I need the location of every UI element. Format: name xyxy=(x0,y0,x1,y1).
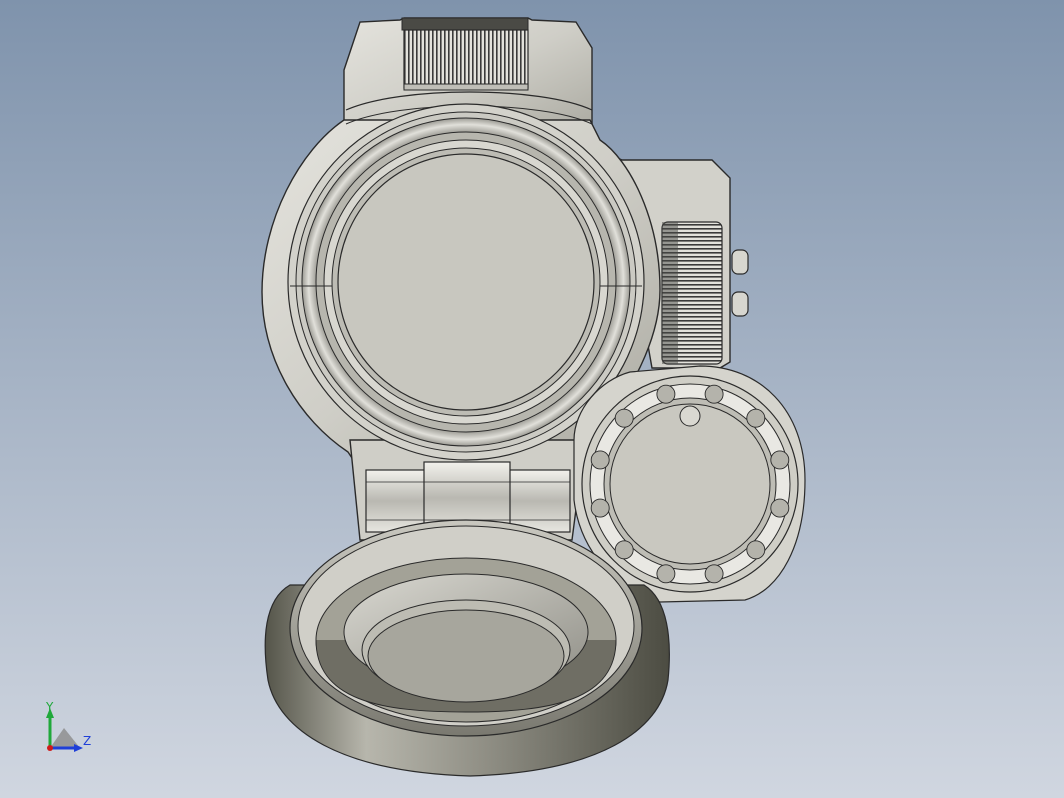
grip-scallop xyxy=(770,450,790,470)
grip-scallop xyxy=(590,450,610,470)
grip-scallop xyxy=(704,384,724,404)
grip-scallop xyxy=(656,384,676,404)
elevation-knob[interactable] xyxy=(401,17,529,91)
grip-scallop xyxy=(746,408,766,428)
lens-glass xyxy=(337,153,595,411)
triad-y-label: Y xyxy=(45,700,54,714)
windage-knob[interactable] xyxy=(661,221,723,365)
grip-scallop xyxy=(704,564,724,584)
triad-x-axis xyxy=(47,745,53,751)
grip-scallop xyxy=(656,564,676,584)
grip-scallop xyxy=(614,540,634,560)
grip-scallop xyxy=(614,408,634,428)
brightness-down-button xyxy=(731,291,749,317)
brightness-up-button xyxy=(731,249,749,275)
grip-scallop xyxy=(770,498,790,518)
model-scene[interactable]: Y Z xyxy=(0,0,1064,798)
cad-viewport[interactable]: Y Z xyxy=(0,0,1064,798)
triad-z-label: Z xyxy=(83,734,91,748)
grip-scallop xyxy=(590,498,610,518)
grip-scallop xyxy=(746,540,766,560)
